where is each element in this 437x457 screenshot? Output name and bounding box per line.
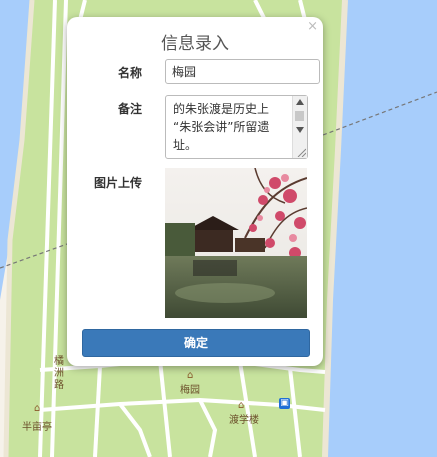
confirm-button[interactable]: 确定: [82, 329, 310, 357]
resize-grip-icon[interactable]: [296, 147, 306, 157]
remark-textarea[interactable]: 的朱张渡是历史上 “朱张会讲”所留遗 址。: [165, 95, 308, 159]
scroll-down-arrow-icon[interactable]: [296, 127, 304, 133]
poi-main-icon: ⌂: [187, 370, 194, 381]
remark-text: 的朱张渡是历史上 “朱张会讲”所留遗 址。: [173, 102, 270, 152]
bus-stop-icon[interactable]: ▣: [279, 398, 290, 409]
name-input[interactable]: [165, 59, 320, 84]
map-label-road: 橘洲路: [54, 356, 64, 391]
scroll-thumb[interactable]: [295, 111, 304, 121]
map-label-poi-main[interactable]: 梅园: [180, 381, 200, 396]
name-label: 名称: [118, 66, 143, 80]
poi-left-icon: ⌂: [34, 403, 41, 414]
map-label-poi-right[interactable]: 渡学楼: [229, 411, 259, 426]
info-entry-dialog: 信息录入 × 名称 备注 的朱张渡是历史上 “朱张会讲”所留遗 址。 图片上传: [67, 17, 323, 366]
poi-right-icon: ⌂: [238, 400, 245, 411]
dialog-title: 信息录入: [161, 34, 229, 54]
remark-label: 备注: [118, 102, 143, 116]
image-upload-label: 图片上传: [94, 176, 143, 190]
close-icon[interactable]: ×: [307, 19, 318, 34]
map-label-poi-left[interactable]: 半亩亭: [22, 418, 52, 433]
uploaded-photo[interactable]: [165, 168, 307, 318]
scroll-up-arrow-icon[interactable]: [296, 99, 304, 105]
